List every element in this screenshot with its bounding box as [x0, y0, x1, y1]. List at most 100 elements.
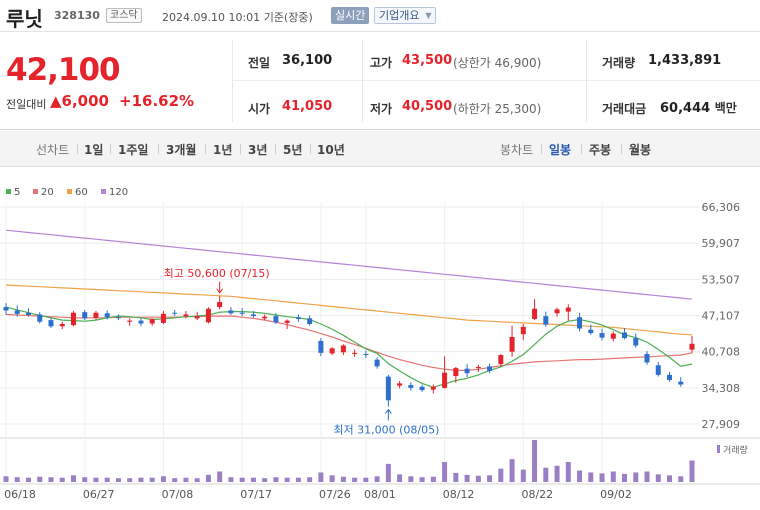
- candle-down: [228, 310, 234, 314]
- y-tick-label: 66,306: [702, 201, 741, 214]
- x-tick-label: 07/26: [319, 488, 351, 501]
- volume-bar: [127, 478, 133, 482]
- open-value: 41,050: [282, 99, 333, 114]
- candle-down: [644, 353, 650, 363]
- line-chart-label: 선차트: [36, 143, 70, 157]
- stock-header: 루닛 328130 코스닥 2024.09.10 10:01 기준(장중) 실시…: [0, 0, 760, 32]
- volume-bar: [37, 476, 43, 482]
- candle-down: [588, 329, 594, 334]
- legend-swatch: [33, 189, 38, 194]
- volume-bar: [307, 477, 313, 482]
- period-1w[interactable]: 1주일: [118, 141, 148, 158]
- ma120-line: [5, 229, 693, 300]
- candle-up: [610, 333, 616, 339]
- volume-bar: [599, 473, 605, 482]
- volume-bar: [217, 471, 223, 482]
- candle-down: [82, 312, 88, 319]
- candle-down: [295, 317, 301, 319]
- candle-weekly[interactable]: 주봉: [589, 141, 611, 158]
- legend-swatch: [6, 189, 11, 194]
- volume-bar: [205, 474, 211, 482]
- volume-bar: [442, 461, 448, 482]
- price-chart[interactable]: 5 20 60 120 27,909 34,308 40,708 47,107 53,5…: [0, 168, 760, 510]
- lower-limit: (하한가 25,300): [453, 102, 542, 116]
- ma60-line: [5, 284, 693, 336]
- volume-bar: [374, 476, 380, 482]
- high-value: 43,500: [402, 53, 453, 68]
- y-tick-label: 27,909: [702, 418, 741, 431]
- legend-swatch: [101, 189, 106, 194]
- candlestick-chart: 27,909 34,308 40,708 47,107 53,507 59,907 66,3…: [0, 201, 760, 501]
- volume-bar: [194, 478, 200, 482]
- company-info-dropdown[interactable]: 기업개요 ▼: [374, 7, 437, 24]
- volume-bar: [273, 477, 279, 482]
- high-label: 고가: [370, 56, 393, 70]
- legend-ma60: 60: [67, 187, 88, 198]
- chart-period-bar: 선차트 1일 1주일 3개월 1년 3년 5년 10년 봉차트 일봉 주봉 월봉: [0, 131, 760, 167]
- y-tick-label: 34,308: [702, 382, 741, 395]
- volume-label: 거래량: [723, 444, 748, 456]
- period-1d[interactable]: 1일: [84, 141, 103, 158]
- volume-bar: [239, 477, 245, 482]
- period-3m[interactable]: 3개월: [166, 141, 196, 158]
- candle-up: [453, 368, 459, 377]
- candle-up: [329, 348, 335, 354]
- volume-bar: [295, 477, 301, 482]
- candle-monthly[interactable]: 월봉: [629, 141, 651, 158]
- volume-bar: [487, 475, 493, 482]
- realtime-button[interactable]: 실시간: [331, 7, 370, 24]
- period-1y[interactable]: 1년: [213, 141, 232, 158]
- candle-up: [689, 343, 695, 350]
- separator: [310, 144, 311, 154]
- candle-down: [104, 313, 110, 318]
- candle-down: [48, 320, 54, 327]
- volume-bar: [3, 476, 9, 482]
- candle-down: [172, 312, 178, 314]
- candle-up: [149, 318, 155, 324]
- candle-down: [374, 359, 380, 367]
- legend-ma5: 5: [6, 187, 20, 198]
- separator: [240, 144, 241, 154]
- volume-bar: [48, 477, 54, 482]
- volume-bar: [622, 473, 628, 482]
- prev-close-label: 전일: [248, 56, 271, 70]
- separator: [275, 144, 276, 154]
- volume-bar: [678, 476, 684, 482]
- volume-bar: [475, 475, 481, 482]
- candle-down: [655, 365, 661, 375]
- candle-down: [667, 374, 673, 380]
- volume-bar: [228, 477, 234, 482]
- x-tick-label: 07/17: [240, 488, 272, 501]
- separator: [205, 144, 206, 154]
- period-3y[interactable]: 3년: [248, 141, 267, 158]
- volume-bar: [104, 477, 110, 482]
- volume-bar: [250, 477, 256, 482]
- candle-up: [205, 308, 211, 323]
- candle-up: [554, 309, 560, 314]
- volume-bar: [453, 472, 459, 482]
- candle-up: [59, 324, 65, 327]
- divider: [232, 80, 760, 81]
- ma20-line: [5, 313, 693, 371]
- volume-bar: [14, 477, 20, 482]
- candle-up: [475, 366, 481, 369]
- x-tick-label: 06/27: [83, 488, 115, 501]
- volume-bar: [577, 470, 583, 482]
- separator: [158, 144, 159, 154]
- candle-down: [678, 381, 684, 385]
- low-label: 저가: [370, 102, 393, 116]
- volume-bar: [554, 465, 560, 482]
- period-10y[interactable]: 10년: [317, 141, 345, 158]
- y-tick-label: 47,107: [702, 310, 741, 323]
- separator: [621, 144, 622, 154]
- separator: [581, 144, 582, 154]
- candle-down: [419, 386, 425, 391]
- candle-down: [307, 318, 313, 325]
- volume-bar: [464, 474, 470, 482]
- candle-up: [509, 337, 515, 352]
- candle-daily[interactable]: 일봉: [549, 141, 571, 158]
- y-tick-label: 53,507: [702, 273, 741, 286]
- candle-down: [385, 376, 391, 401]
- x-tick-label: 08/12: [443, 488, 475, 501]
- period-5y[interactable]: 5년: [283, 141, 302, 158]
